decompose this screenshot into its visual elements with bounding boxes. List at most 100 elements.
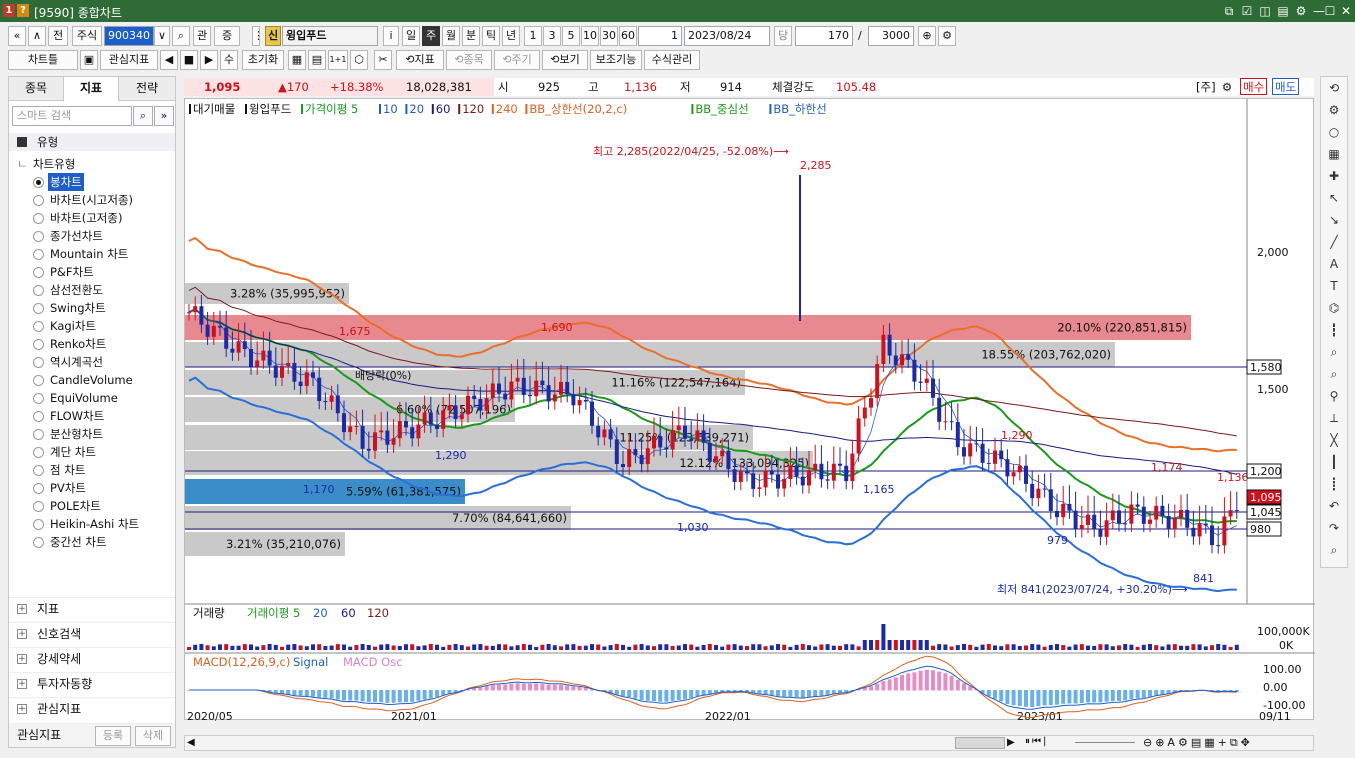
reset-button[interactable]: 초기화: [242, 50, 284, 70]
period-minute[interactable]: 분: [462, 26, 480, 46]
related-button[interactable]: 관: [193, 26, 211, 46]
chart-type-item[interactable]: 바차트(고저종): [9, 209, 175, 227]
indicator-sync-button[interactable]: ⟲지표: [396, 50, 444, 70]
grid-icon[interactable]: ▦: [288, 50, 306, 70]
maximize-button[interactable]: ☐: [1322, 3, 1338, 19]
crosshair-icon[interactable]: ✚: [1325, 167, 1343, 185]
panel-icon[interactable]: ▣: [80, 50, 98, 70]
gear-icon[interactable]: ⚙: [938, 26, 956, 46]
angle-icon[interactable]: ⟂: [1325, 409, 1343, 427]
radio-icon[interactable]: [33, 393, 44, 404]
up-button[interactable]: ∧: [28, 26, 46, 46]
period-sync-button[interactable]: ⟲주기: [494, 50, 540, 70]
section-signal[interactable]: + 신호검색: [9, 622, 175, 644]
stock-sync-button[interactable]: ⟲종목: [446, 50, 492, 70]
radio-icon[interactable]: [33, 303, 44, 314]
radio-icon[interactable]: [33, 411, 44, 422]
chart-type-item[interactable]: 계단 차트: [9, 443, 175, 461]
radio-icon[interactable]: [33, 375, 44, 386]
scissors-icon[interactable]: ✂: [374, 50, 392, 70]
chart-type-item[interactable]: FLOW차트: [9, 407, 175, 425]
radio-icon[interactable]: [33, 501, 44, 512]
radio-icon[interactable]: [33, 519, 44, 530]
tab-strategy[interactable]: 전략: [119, 77, 175, 101]
radio-icon[interactable]: [33, 357, 44, 368]
group-type[interactable]: 유형: [9, 133, 175, 151]
chart-type-item[interactable]: Mountain 차트: [9, 245, 175, 263]
period-day[interactable]: 일: [402, 26, 420, 46]
pattern-icon[interactable]: ⬡: [350, 50, 368, 70]
prev-arrow[interactable]: ◀: [160, 50, 178, 70]
chart-template-button[interactable]: 차트틀: [8, 50, 78, 70]
playback-controls[interactable]: ⏸⏮|: [1025, 736, 1048, 747]
chart-type-item[interactable]: 중간선 차트: [9, 533, 175, 551]
period-month[interactable]: 월: [442, 26, 460, 46]
radio-icon[interactable]: [33, 267, 44, 278]
period-year[interactable]: 년: [502, 26, 520, 46]
chart-type-item[interactable]: POLE차트: [9, 497, 175, 515]
su-button[interactable]: 수: [220, 50, 238, 70]
stock-name[interactable]: 윙입푸드: [282, 26, 378, 46]
redo-icon[interactable]: ↷: [1325, 519, 1343, 537]
assist-button[interactable]: 보조기능: [590, 50, 642, 70]
chart-type-item[interactable]: Heikin-Ashi 차트: [9, 515, 175, 533]
interval-3[interactable]: 3: [543, 26, 561, 46]
radio-icon[interactable]: [33, 321, 44, 332]
chart-type-item[interactable]: P&F차트: [9, 263, 175, 281]
interval-10[interactable]: 10: [581, 26, 599, 46]
market-select[interactable]: 주식: [72, 26, 102, 46]
chart-type-item[interactable]: 삼선전환도: [9, 281, 175, 299]
radio-icon[interactable]: [33, 339, 44, 350]
search-icon[interactable]: ⌕: [133, 106, 153, 126]
zoom-icon[interactable]: ⌕: [1325, 343, 1343, 361]
sell-button[interactable]: 매도: [1272, 78, 1300, 95]
zoom-in-icon[interactable]: ⊕: [918, 26, 936, 46]
radio-icon[interactable]: [33, 231, 44, 242]
zoom-range-icon[interactable]: ⌕: [1325, 365, 1343, 383]
chart-type-item[interactable]: PV차트: [9, 479, 175, 497]
bars2-icon[interactable]: ┋: [1325, 475, 1343, 493]
unit-input[interactable]: 1: [638, 26, 682, 46]
line-icon[interactable]: ╱: [1325, 233, 1343, 251]
table-icon[interactable]: ▤: [308, 50, 326, 70]
magnet-icon[interactable]: ⌬: [1325, 299, 1343, 317]
period-tick[interactable]: 틱: [482, 26, 500, 46]
delete-button[interactable]: 삭제: [135, 726, 171, 746]
buy-button[interactable]: 매수: [1240, 78, 1268, 95]
section-indicator[interactable]: + 지표: [9, 597, 175, 619]
arrow-icon[interactable]: ↘: [1325, 211, 1343, 229]
zoom-tools[interactable]: ⊖⊕A⚙▤▦+⧉✥: [1143, 736, 1253, 750]
date-input[interactable]: 2023/08/24: [684, 26, 770, 46]
radio-icon[interactable]: [33, 537, 44, 548]
chart-type-item[interactable]: 점 차트: [9, 461, 175, 479]
period-week[interactable]: 주: [422, 26, 440, 46]
next-arrow[interactable]: ▶: [200, 50, 218, 70]
candle-icon[interactable]: ┇: [1325, 321, 1343, 339]
scroll-left-icon[interactable]: ◀: [187, 737, 195, 748]
chart-type-item[interactable]: Renko차트: [9, 335, 175, 353]
radio-icon[interactable]: [33, 195, 44, 206]
interval-60[interactable]: 60: [619, 26, 637, 46]
chart-area[interactable]: 3.28% (35,995,952) 20.10% (220,851,815) 18…: [184, 98, 1315, 723]
radio-icon[interactable]: [33, 429, 44, 440]
text-icon[interactable]: T: [1325, 277, 1343, 295]
scroll-thumb[interactable]: [955, 737, 1005, 749]
section-investor[interactable]: + 투자자동향: [9, 672, 175, 694]
chart-icon[interactable]: ▦: [1325, 145, 1343, 163]
radio-icon[interactable]: [33, 447, 44, 458]
search-icon[interactable]: ⌕: [172, 26, 190, 46]
radio-icon[interactable]: [33, 249, 44, 260]
interval-30[interactable]: 30: [600, 26, 618, 46]
count-input[interactable]: 170: [795, 26, 853, 46]
camera-icon[interactable]: ◫: [1257, 3, 1273, 19]
interest-indicator-button[interactable]: 관심지표: [100, 50, 158, 70]
zoom-slider[interactable]: [1075, 742, 1135, 743]
chart-type-item[interactable]: Swing차트: [9, 299, 175, 317]
radio-icon[interactable]: [33, 285, 44, 296]
stop-icon[interactable]: ■: [180, 50, 198, 70]
bars-icon[interactable]: ┃: [1325, 453, 1343, 471]
tab-stock[interactable]: 종목: [9, 77, 64, 101]
cursor-icon[interactable]: ↖: [1325, 189, 1343, 207]
measure-icon[interactable]: ⚲: [1325, 387, 1343, 405]
chart-type-item[interactable]: 역시계곡선: [9, 353, 175, 371]
